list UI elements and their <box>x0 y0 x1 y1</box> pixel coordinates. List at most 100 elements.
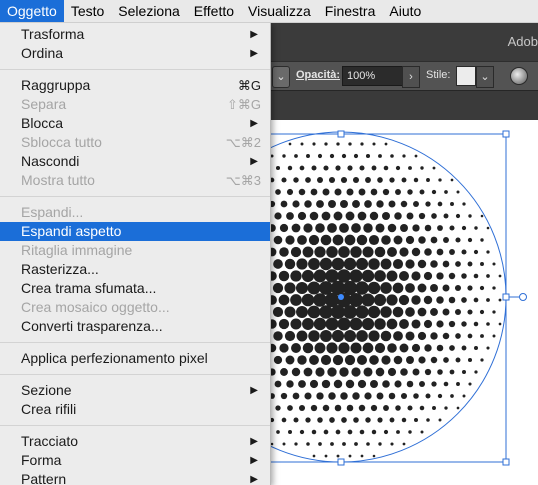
halftone-dot <box>473 321 479 327</box>
halftone-dot <box>408 430 412 434</box>
halftone-dot <box>290 246 302 258</box>
halftone-dot <box>431 189 437 195</box>
halftone-dot <box>294 154 298 158</box>
chevron-down-icon[interactable]: ⌄ <box>272 66 290 88</box>
halftone-dot <box>395 165 401 171</box>
halftone-dot <box>275 165 281 171</box>
halftone-dot <box>282 442 286 446</box>
live-shape-widget[interactable] <box>519 293 527 301</box>
menubar-item-testo[interactable]: Testo <box>64 0 111 22</box>
menu-item-tracciato[interactable]: Tracciato ▶ <box>0 432 270 451</box>
resize-handle[interactable] <box>502 130 510 138</box>
halftone-dot <box>334 188 342 196</box>
halftone-dot <box>390 154 394 158</box>
halftone-dot <box>432 406 436 410</box>
resize-handle[interactable] <box>337 458 345 466</box>
menu-item-blocca[interactable]: Blocca ▶ <box>0 114 270 133</box>
style-swatch[interactable] <box>456 66 476 86</box>
halftone-dot <box>288 142 292 146</box>
halftone-dot <box>346 404 354 412</box>
halftone-dot <box>399 319 409 329</box>
menu-item-crea-rifili[interactable]: Crea rifili <box>0 400 270 419</box>
halftone-dot <box>425 201 431 207</box>
halftone-dot <box>312 142 316 146</box>
halftone-dot <box>363 223 373 233</box>
style-dropdown-button[interactable]: ⌄ <box>476 66 494 88</box>
halftone-dot <box>296 330 308 342</box>
opacity-label[interactable]: Opacità: <box>296 69 340 81</box>
halftone-dot <box>473 297 479 303</box>
halftone-dot <box>340 392 348 400</box>
halftone-dot <box>335 165 341 171</box>
halftone-dot <box>328 392 336 400</box>
halftone-dot <box>284 306 296 318</box>
menu-item-forma[interactable]: Forma ▶ <box>0 451 270 470</box>
opacity-input[interactable]: 100% <box>342 66 410 86</box>
opacity-arrow-button[interactable]: › <box>402 66 420 88</box>
halftone-dot <box>473 249 479 255</box>
menu-item-ordina[interactable]: Ordina ▶ <box>0 44 270 63</box>
menu-item-nascondi[interactable]: Nascondi ▶ <box>0 152 270 171</box>
menu-item-sezione[interactable]: Sezione ▶ <box>0 381 270 400</box>
halftone-dot <box>319 257 333 271</box>
halftone-dot <box>423 319 433 329</box>
halftone-dot <box>449 249 455 255</box>
resize-handle[interactable] <box>502 458 510 466</box>
halftone-dot <box>455 237 461 243</box>
menubar-item-effetto[interactable]: Effetto <box>187 0 241 22</box>
halftone-dot <box>314 342 326 354</box>
halftone-dot <box>359 429 365 435</box>
halftone-dot <box>336 142 340 146</box>
halftone-dot <box>412 368 420 376</box>
menubar-item-finestra[interactable]: Finestra <box>318 0 383 22</box>
halftone-dot <box>492 310 496 314</box>
resize-handle[interactable] <box>337 130 345 138</box>
halftone-dot <box>359 165 365 171</box>
menubar-item-seleziona[interactable]: Seleziona <box>111 0 187 22</box>
menu-item-applica-perfezionamento-pixel[interactable]: Applica perfezionamento pixel <box>0 349 270 368</box>
halftone-dot <box>312 454 316 458</box>
halftone-dot <box>383 165 389 171</box>
halftone-dot <box>424 248 432 256</box>
halftone-dot <box>332 354 344 366</box>
halftone-dot <box>450 202 454 206</box>
halftone-dot <box>413 177 419 183</box>
halftone-dot <box>486 250 490 254</box>
menu-item-converti-trasparenza[interactable]: Converti trasparenza... <box>0 317 270 336</box>
resize-handle[interactable] <box>502 293 510 301</box>
menubar-item-aiuto[interactable]: Aiuto <box>382 0 428 22</box>
menubar-item-visualizza[interactable]: Visualizza <box>241 0 318 22</box>
recolor-artwork-icon[interactable] <box>510 67 528 85</box>
halftone-dot <box>351 223 361 233</box>
menu-item-rasterizza[interactable]: Rasterizza... <box>0 260 270 279</box>
halftone-dot <box>373 293 387 307</box>
menu-item-trasforma[interactable]: Trasforma ▶ <box>0 25 270 44</box>
menubar-item-oggetto[interactable]: Oggetto <box>0 0 64 22</box>
halftone-dot <box>291 367 301 377</box>
halftone-dot <box>467 333 473 339</box>
menu-item-crea-trama-sfumata[interactable]: Crea trama sfumata... <box>0 279 270 298</box>
menu-item-sblocca-tutto: Sblocca tutto ⌥⌘2 <box>0 133 270 152</box>
halftone-dot <box>292 392 300 400</box>
halftone-dot <box>423 271 433 281</box>
halftone-dot <box>424 224 432 232</box>
center-point[interactable] <box>338 294 344 300</box>
halftone-dot <box>400 368 408 376</box>
menu-item-separa: Separa ⇧⌘G <box>0 95 270 114</box>
halftone-dot <box>279 247 289 257</box>
menu-separator <box>0 196 270 197</box>
halftone-dot <box>450 178 454 182</box>
halftone-dot <box>371 165 377 171</box>
menu-item-pattern[interactable]: Pattern ▶ <box>0 470 270 485</box>
halftone-dot <box>318 442 322 446</box>
menu-item-shortcut: ⌥⌘2 <box>225 135 261 150</box>
halftone-dot <box>479 285 485 291</box>
halftone-dot <box>413 201 419 207</box>
halftone-dot <box>418 212 426 220</box>
halftone-dot <box>368 330 380 342</box>
halftone-dot <box>398 270 410 282</box>
menu-item-espandi-aspetto[interactable]: Espandi aspetto <box>0 222 270 241</box>
menu-item-raggruppa[interactable]: Raggruppa ⌘G <box>0 76 270 95</box>
halftone-dot <box>300 142 304 146</box>
halftone-dot <box>467 261 473 267</box>
